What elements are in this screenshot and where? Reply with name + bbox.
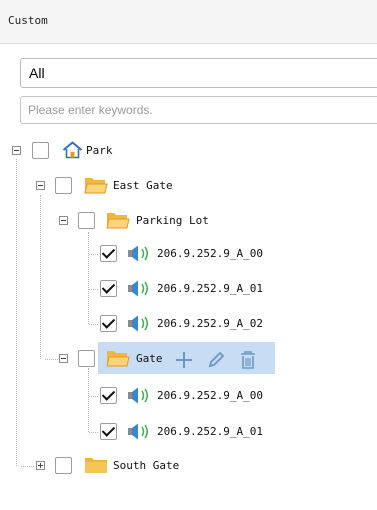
tree-node-label: Park [86, 144, 113, 157]
speaker-icon [128, 423, 148, 440]
filter-select[interactable]: All [20, 58, 377, 88]
expand-toggle[interactable] [36, 461, 45, 470]
checkbox[interactable] [100, 387, 117, 404]
panel-header: Custom [0, 0, 377, 44]
home-icon [62, 141, 83, 159]
device-label: 206.9.252.9_A_01 [157, 425, 263, 438]
folder-open-icon [84, 178, 108, 194]
delete-icon[interactable] [238, 350, 258, 370]
tree-node-label: Parking Lot [136, 214, 209, 227]
tree-node-label: East Gate [113, 179, 173, 192]
add-icon[interactable] [174, 350, 194, 370]
collapse-toggle[interactable] [12, 146, 21, 155]
speaker-icon [128, 315, 148, 332]
checkbox[interactable] [100, 423, 117, 440]
device-label: 206.9.252.9_A_00 [157, 389, 263, 402]
checkbox[interactable] [55, 177, 72, 194]
checkbox[interactable] [55, 457, 72, 474]
collapse-toggle[interactable] [36, 181, 45, 190]
checkbox[interactable] [78, 350, 95, 367]
checkbox[interactable] [78, 212, 95, 229]
tree-node-device[interactable]: 206.9.252.9_A_00 [0, 242, 377, 266]
tree-node-device[interactable]: 206.9.252.9_A_01 [0, 420, 377, 444]
tree-node-device[interactable]: 206.9.252.9_A_02 [0, 312, 377, 336]
tree-node-park[interactable]: Park [0, 139, 377, 163]
tree-node-device[interactable]: 206.9.252.9_A_00 [0, 384, 377, 408]
panel-title: Custom [8, 14, 48, 27]
edit-icon[interactable] [206, 350, 226, 370]
speaker-icon [128, 245, 148, 262]
collapse-toggle[interactable] [59, 216, 68, 225]
checkbox[interactable] [100, 315, 117, 332]
tree-node-label: Gate [136, 352, 163, 365]
filter-select-value: All [29, 65, 45, 81]
tree-node-parking-lot[interactable]: Parking Lot [0, 209, 377, 233]
speaker-icon [128, 280, 148, 297]
folder-open-icon [106, 351, 130, 367]
checkbox[interactable] [100, 280, 117, 297]
tree-node-label: South Gate [113, 459, 180, 472]
collapse-toggle[interactable] [59, 354, 68, 363]
device-label: 206.9.252.9_A_02 [157, 317, 263, 330]
checkbox[interactable] [100, 245, 117, 262]
tree-node-south-gate[interactable]: South Gate [0, 454, 377, 478]
tree-node-device[interactable]: 206.9.252.9_A_01 [0, 277, 377, 301]
device-label: 206.9.252.9_A_00 [157, 247, 263, 260]
folder-open-icon [106, 213, 130, 229]
tree-node-east-gate[interactable]: East Gate [0, 174, 377, 198]
folder-icon [85, 458, 107, 473]
device-label: 206.9.252.9_A_01 [157, 282, 263, 295]
search-input[interactable] [20, 96, 377, 124]
checkbox[interactable] [32, 142, 49, 159]
speaker-icon [128, 387, 148, 404]
